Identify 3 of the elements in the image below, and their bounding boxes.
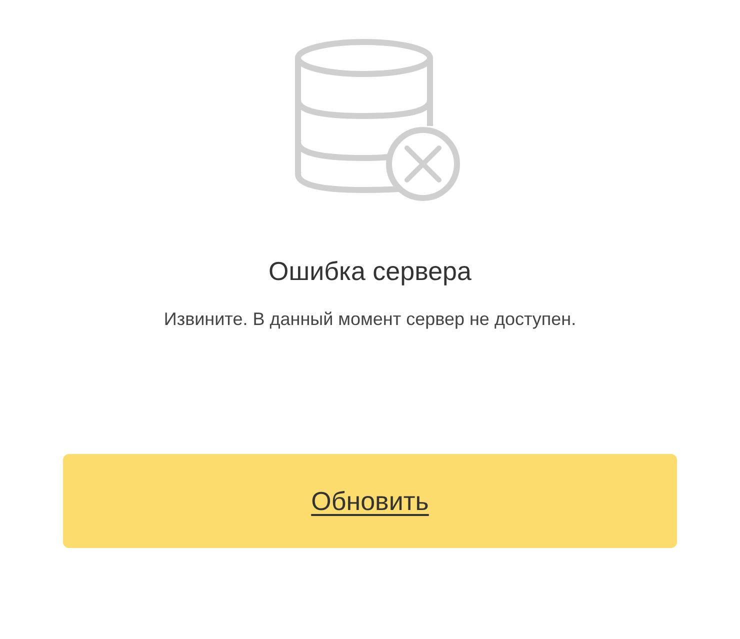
error-title: Ошибка сервера (268, 256, 472, 287)
refresh-button[interactable]: Обновить (63, 454, 677, 548)
error-message: Извините. В данный момент сервер не доступен. (164, 309, 576, 330)
